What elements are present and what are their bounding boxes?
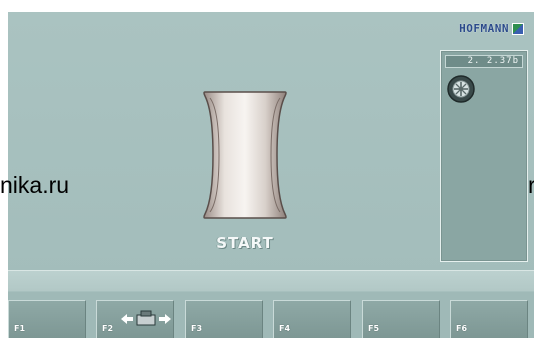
brand-name: HOFMANN bbox=[459, 22, 509, 35]
start-label: START bbox=[216, 234, 274, 252]
fkey-f5[interactable]: F5 bbox=[362, 300, 440, 338]
wheel-button[interactable] bbox=[446, 74, 476, 104]
fkey-f4[interactable]: F4 bbox=[273, 300, 351, 338]
watermark-text-left: nika.ru bbox=[0, 172, 70, 198]
version-readout: 2. 2.37b bbox=[445, 55, 523, 68]
fkey-label: F6 bbox=[456, 324, 468, 333]
wheel-icon bbox=[447, 75, 475, 103]
fkey-label: F5 bbox=[368, 324, 380, 333]
watermark-text-right: r bbox=[528, 172, 534, 198]
fkey-label: F1 bbox=[14, 324, 26, 333]
fkey-label: F2 bbox=[102, 324, 114, 333]
fkey-label: F4 bbox=[279, 324, 291, 333]
fkey-f6[interactable]: F6 bbox=[450, 300, 528, 338]
main-area: HOFMANN 2. 2.37b START bbox=[8, 12, 534, 278]
hofmann-flag-icon bbox=[512, 22, 524, 35]
fkey-label: F3 bbox=[191, 324, 203, 333]
rim-profile-icon bbox=[203, 91, 287, 219]
divider-band bbox=[8, 270, 534, 291]
rim-profile[interactable] bbox=[201, 90, 289, 220]
fkey-f1[interactable]: F1 bbox=[8, 300, 86, 338]
side-panel: 2. 2.37b bbox=[440, 50, 528, 262]
fkey-f3[interactable]: F3 bbox=[185, 300, 263, 338]
brand-logo: HOFMANN bbox=[459, 22, 524, 35]
function-key-bar: F1 F2 F3 F4 F5 F6 bbox=[8, 292, 534, 338]
fkey-f2[interactable]: F2 bbox=[96, 300, 174, 338]
balancer-screen: HOFMANN 2. 2.37b START F1 F2 F3 F4 F5 F6 bbox=[8, 12, 534, 338]
clamp-arrows-icon bbox=[121, 310, 171, 326]
